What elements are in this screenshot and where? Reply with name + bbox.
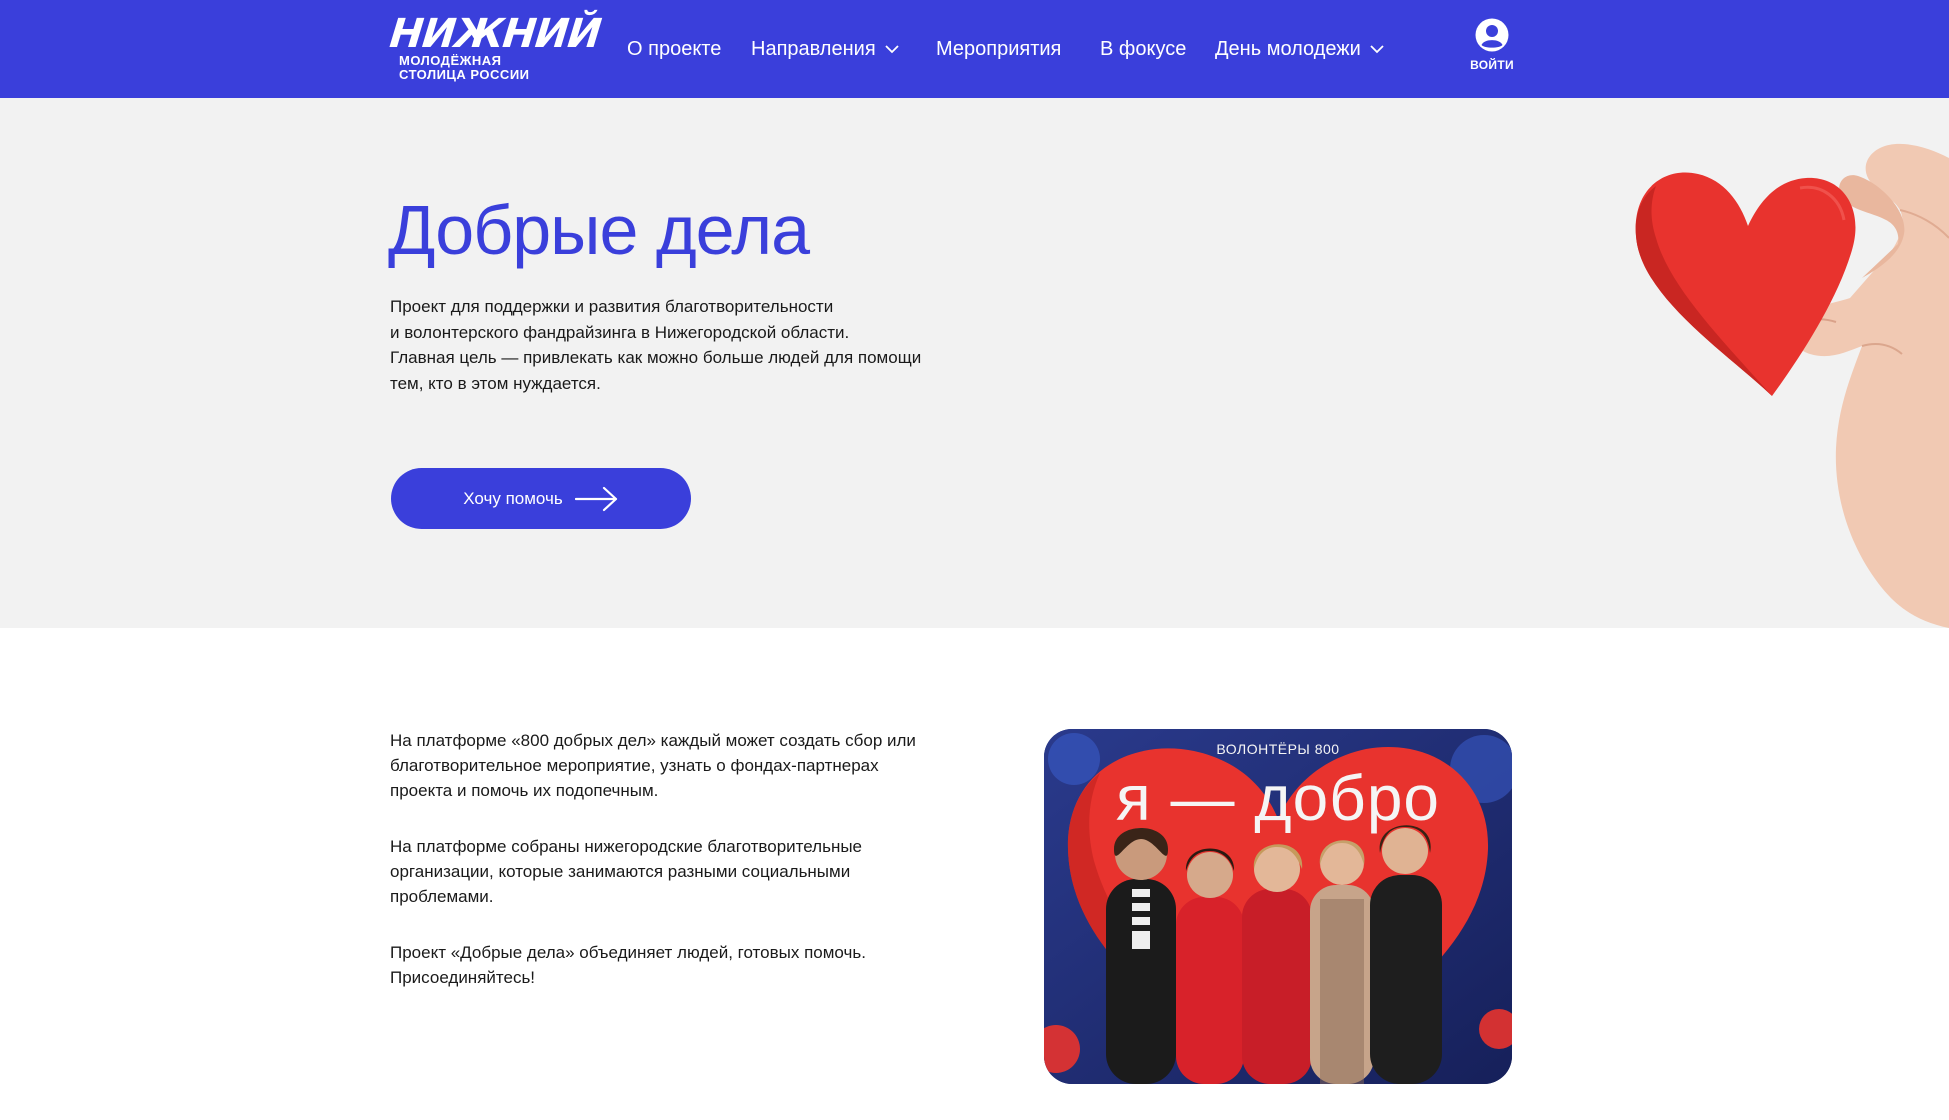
photo-title: я — добро	[1116, 762, 1440, 834]
chevron-down-icon	[885, 45, 899, 54]
nav-item-label: О проекте	[627, 38, 722, 60]
hero-description-line: тем, кто в этом нуждается.	[390, 373, 601, 393]
paragraph-line: благотворительное мероприятие, узнать о …	[390, 756, 879, 775]
nav-item-events[interactable]: Мероприятия	[936, 34, 1061, 64]
user-circle-icon	[1475, 18, 1509, 52]
nav-item-label: Направления	[751, 38, 876, 60]
nav-item-focus[interactable]: В фокусе	[1100, 34, 1186, 64]
nav-item-about[interactable]: О проекте	[627, 34, 721, 64]
chevron-down-icon	[1370, 45, 1384, 54]
paragraph-line: На платформе «800 добрых дел» каждый мож…	[390, 731, 916, 750]
paragraph-line: проблемами.	[390, 887, 494, 906]
volunteers-photo: ВОЛОНТЁРЫ 800 я — добро	[1044, 729, 1512, 1084]
hand-holding-heart-image	[1635, 143, 1949, 628]
paragraph: На платформе «800 добрых дел» каждый мож…	[390, 728, 950, 803]
paragraph-line: Присоединяйтесь!	[390, 968, 536, 987]
photo-caption: ВОЛОНТЁРЫ 800	[1216, 741, 1340, 757]
logo-tagline-line-2: СТОЛИЦА РОССИИ	[399, 67, 530, 82]
paragraph-line: проекта и помочь их подопечным.	[390, 781, 659, 800]
paragraph-line: На платформе собраны нижегородские благо…	[390, 837, 862, 856]
help-button-label: Хочу помочь	[463, 488, 563, 508]
hero-description: Проект для поддержки и развития благотво…	[390, 294, 950, 396]
nav-item-directions[interactable]: Направления	[751, 34, 900, 64]
paragraph-line: организации, которые занимаются разными …	[390, 862, 851, 881]
nav-item-youth-day[interactable]: День молодежи	[1215, 34, 1385, 64]
site-header: НИЖНИЙ МОЛОДЁЖНАЯ СТОЛИЦА РОССИИ О проек…	[0, 0, 1949, 98]
help-button[interactable]: Хочу помочь	[391, 468, 691, 529]
logo-tagline-line-1: МОЛОДЁЖНАЯ	[399, 53, 502, 68]
site-logo[interactable]: НИЖНИЙ МОЛОДЁЖНАЯ СТОЛИЦА РОССИИ	[388, 11, 603, 88]
nav-item-label: В фокусе	[1100, 38, 1187, 60]
about-platform-text: На платформе «800 добрых дел» каждый мож…	[390, 728, 950, 1021]
hero-section: Добрые дела Проект для поддержки и разви…	[0, 98, 1949, 628]
login-label: ВОЙТИ	[1470, 58, 1514, 72]
nav-item-label: Мероприятия	[936, 38, 1062, 60]
paragraph-line: Проект «Добрые дела» объединяет людей, г…	[390, 943, 866, 962]
login-button[interactable]: ВОЙТИ	[1466, 18, 1518, 78]
paragraph: На платформе собраны нижегородские благо…	[390, 834, 950, 909]
page-title: Добрые дела	[388, 191, 810, 269]
hero-description-line: и волонтерского фандрайзинга в Нижегород…	[390, 322, 850, 342]
nav-item-label: День молодежи	[1215, 38, 1361, 60]
paragraph: Проект «Добрые дела» объединяет людей, г…	[390, 940, 950, 990]
logo-word: НИЖНИЙ	[387, 11, 603, 57]
hero-description-line: Проект для поддержки и развития благотво…	[390, 297, 834, 316]
hero-description-line: Главная цель — привлекать как можно боль…	[390, 348, 922, 367]
arrow-right-icon	[574, 486, 617, 511]
